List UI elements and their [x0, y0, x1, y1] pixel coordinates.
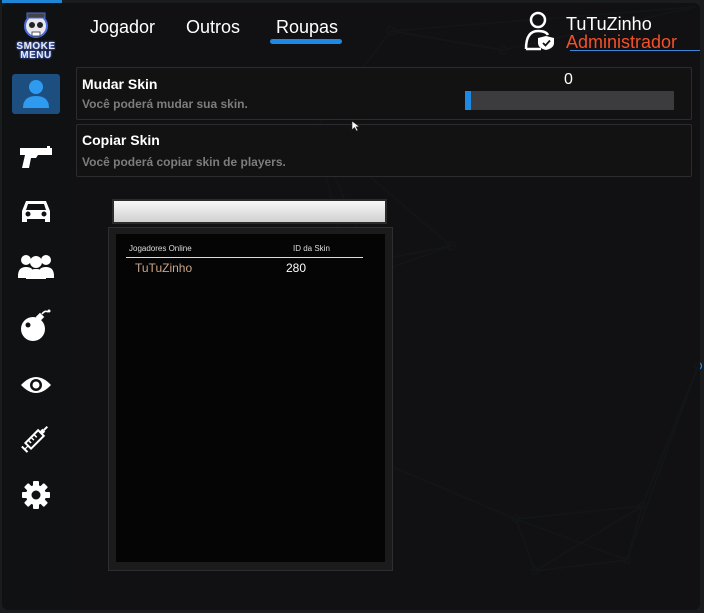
logo-text: SMOKE MENU: [16, 41, 56, 61]
player-row-skin-id: 280: [286, 261, 307, 275]
online-players-list: Jogadores Online ID da Skin TuTuZinho 28…: [108, 227, 393, 571]
group-icon: [18, 255, 54, 279]
app-logo: SMOKE MENU: [15, 10, 57, 70]
player-row-name[interactable]: TuTuZinho: [135, 261, 192, 275]
header-divider-line: [126, 257, 363, 258]
sidebar: SMOKE MENU: [2, 3, 70, 610]
sidebar-item-injector[interactable]: [12, 418, 60, 458]
menu-window: SMOKE MENU Jogador Outros Roupas TuTuZin…: [2, 3, 700, 610]
eye-icon: [21, 377, 51, 393]
sidebar-item-vehicles[interactable]: [12, 192, 60, 232]
sidebar-item-settings[interactable]: [12, 475, 60, 515]
copy-skin-description: Você poderá copiar skin de players.: [82, 155, 286, 169]
player-search-input[interactable]: [112, 199, 387, 224]
tab-roupas[interactable]: Roupas: [276, 17, 338, 38]
pistol-icon: [20, 146, 52, 168]
mouse-cursor-icon: [351, 120, 361, 132]
tab-jogador[interactable]: Jogador: [90, 17, 155, 38]
sidebar-item-players[interactable]: [12, 246, 60, 286]
skin-slider-value: 0: [564, 71, 573, 88]
header-divider: [570, 50, 700, 51]
copy-skin-panel[interactable]: Copiar Skin Você poderá copiar skin de p…: [76, 124, 692, 177]
tab-outros[interactable]: Outros: [186, 17, 240, 38]
user-icon: [23, 80, 49, 108]
bomb-icon: [21, 309, 51, 341]
copy-skin-title: Copiar Skin: [82, 132, 160, 148]
change-skin-title: Mudar Skin: [82, 76, 158, 92]
change-skin-description: Você poderá mudar sua skin.: [82, 97, 248, 111]
user-info: TuTuZinho Administrador: [524, 11, 677, 56]
column-header-players: Jogadores Online: [129, 244, 192, 253]
gear-icon: [22, 481, 50, 509]
skull-logo-icon: [24, 12, 48, 38]
online-players-list-body: Jogadores Online ID da Skin TuTuZinho 28…: [116, 234, 385, 562]
sidebar-item-explosives[interactable]: [12, 306, 60, 346]
sidebar-item-visuals[interactable]: [12, 365, 60, 405]
skin-slider-fill: [465, 91, 471, 110]
car-icon: [22, 201, 50, 222]
sidebar-item-player[interactable]: [12, 74, 60, 114]
active-tab-indicator: [270, 39, 342, 44]
admin-user-icon: [524, 11, 554, 51]
skin-slider[interactable]: [465, 91, 674, 110]
sidebar-item-weapons[interactable]: [12, 137, 60, 177]
column-header-skin-id: ID da Skin: [293, 244, 330, 253]
syringe-icon: [21, 425, 49, 453]
